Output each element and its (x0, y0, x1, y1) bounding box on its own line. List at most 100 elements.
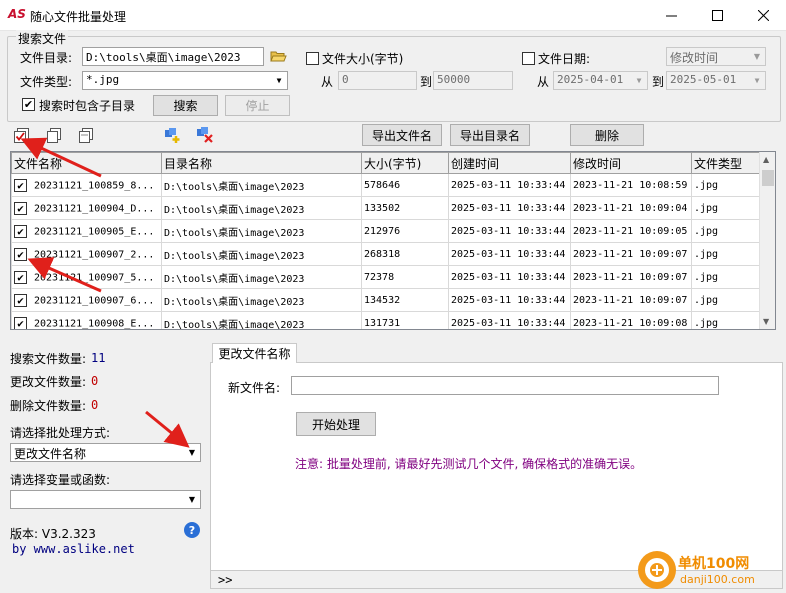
row-checkbox[interactable]: ✔ (14, 178, 27, 192)
renamed-count-value: 0 (91, 374, 99, 388)
cell-dirname-text: D:\tools\桌面\image\2023 (164, 227, 305, 239)
watermark-logo (638, 551, 676, 589)
variable-select[interactable]: ▼ (10, 490, 201, 509)
col-header-type[interactable]: 文件类型 (691, 152, 762, 174)
table-row[interactable]: ✔ 20231121_100904_D... D:\tools\桌面\image\2… (11, 196, 762, 220)
date-filter-label: 文件日期: (538, 52, 591, 66)
date-filter-checkbox[interactable] (522, 52, 535, 65)
cell-type-text: .jpg (694, 179, 719, 191)
cell-filename: ✔ 20231121_100907_5... (11, 265, 162, 289)
size-to-input[interactable]: 50000 (433, 71, 513, 90)
browse-folder-button[interactable] (269, 47, 287, 65)
size-from-input[interactable]: 0 (338, 71, 417, 90)
size-filter-checkbox[interactable] (306, 52, 319, 65)
copy-button[interactable] (45, 127, 63, 144)
notice-text: 注意: 批量处理前, 请最好先测试几个文件, 确保格式的准确无误。 (295, 457, 643, 471)
tab-rename[interactable]: 更改文件名称 (212, 343, 297, 363)
minimize-icon (665, 15, 677, 17)
date-mode-value: 修改时间 (670, 51, 719, 65)
cell-dirname: D:\tools\桌面\image\2023 (161, 219, 362, 243)
cell-filename: ✔ 20231121_100907_2... (11, 242, 162, 266)
cell-modified-text: 2023-11-21 10:08:59 (573, 179, 688, 191)
add-files-icon (165, 128, 180, 143)
type-select[interactable]: *.jpg ▼ (82, 71, 288, 90)
row-checkbox[interactable]: ✔ (14, 201, 27, 215)
date-from-picker[interactable]: 2025-04-01 ▼ (553, 71, 648, 90)
add-files-button[interactable] (163, 126, 183, 144)
expand-toggle[interactable]: >> (218, 573, 232, 587)
cell-type-text: .jpg (694, 317, 719, 329)
size-from-label: 从 (321, 75, 334, 89)
delete-button[interactable]: 删除 (570, 124, 644, 146)
cell-modified-text: 2023-11-21 10:09:07 (573, 294, 688, 306)
date-to-picker[interactable]: 2025-05-01 ▼ (666, 71, 766, 90)
col-header-filename[interactable]: 文件名称 (11, 152, 162, 174)
table-row[interactable]: ✔ 20231121_100905_E... D:\tools\桌面\image\2… (11, 219, 762, 243)
search-group-title: 搜索文件 (16, 30, 69, 47)
row-checkbox[interactable]: ✔ (14, 316, 27, 329)
cell-filename-text: 20231121_100907_5... (34, 272, 155, 283)
grid-scrollbar[interactable]: ▲ ▼ (759, 152, 775, 329)
row-checkbox[interactable]: ✔ (14, 293, 27, 307)
chevron-down-icon: ▼ (749, 72, 765, 89)
cell-created-text: 2025-03-11 10:33:44 (451, 317, 566, 329)
row-checkbox[interactable]: ✔ (14, 270, 27, 284)
row-checkbox[interactable]: ✔ (14, 224, 27, 238)
scroll-thumb[interactable] (762, 170, 774, 186)
cell-type-text: .jpg (694, 248, 719, 260)
export-dirnames-button[interactable]: 导出目录名 (450, 124, 530, 146)
table-row[interactable]: ✔ 20231121_100907_6... D:\tools\桌面\image\2… (11, 288, 762, 312)
table-row[interactable]: ✔ 20231121_100907_5... D:\tools\桌面\image\2… (11, 265, 762, 289)
remove-files-icon (197, 127, 213, 143)
cell-created: 2025-03-11 10:33:44 (448, 265, 571, 289)
scroll-up-icon[interactable]: ▲ (763, 155, 769, 164)
col-header-modified[interactable]: 修改时间 (570, 152, 692, 174)
stop-button[interactable]: 停止 (225, 95, 290, 116)
close-icon (757, 10, 769, 21)
cell-created: 2025-03-11 10:33:44 (448, 311, 571, 329)
help-icon[interactable]: ? (184, 522, 200, 538)
method-select[interactable]: 更改文件名称 ▼ (10, 443, 201, 462)
scroll-down-icon[interactable]: ▼ (763, 317, 769, 326)
cell-dirname: D:\tools\桌面\image\2023 (161, 311, 362, 329)
cell-modified-text: 2023-11-21 10:09:08 (573, 317, 688, 329)
export-filenames-button[interactable]: 导出文件名 (362, 124, 442, 146)
check-all-button[interactable] (13, 127, 31, 144)
file-grid[interactable]: 文件名称 目录名称 大小(字节) 创建时间 修改时间 文件类型 ✔ 2023112… (10, 151, 776, 330)
col-header-size[interactable]: 大小(字节) (361, 152, 449, 174)
cell-modified: 2023-11-21 10:09:07 (570, 242, 692, 266)
close-button[interactable] (740, 0, 786, 31)
copy-alt-button[interactable] (77, 127, 95, 144)
col-header-created[interactable]: 创建时间 (448, 152, 571, 174)
cell-size: 133502 (361, 196, 449, 220)
cell-filename-text: 20231121_100907_2... (34, 249, 155, 260)
row-checkbox[interactable]: ✔ (14, 247, 27, 261)
new-name-input[interactable] (291, 376, 719, 395)
date-to-value: 2025-05-01 (670, 73, 737, 86)
website-link[interactable]: by www.aslike.net (12, 542, 135, 556)
cell-dirname-text: D:\tools\桌面\image\2023 (164, 273, 305, 285)
copy-alt-icon (79, 128, 93, 143)
maximize-icon (711, 10, 723, 21)
table-row[interactable]: ✔ 20231121_100908_E... D:\tools\桌面\image\2… (11, 311, 762, 329)
table-row[interactable]: ✔ 20231121_100907_2... D:\tools\桌面\image\2… (11, 242, 762, 266)
include-subdir-checkbox[interactable]: ✔ (22, 98, 35, 111)
maximize-button[interactable] (694, 0, 740, 31)
cell-created-text: 2025-03-11 10:33:44 (451, 248, 566, 260)
date-mode-select[interactable]: 修改时间 ▼ (666, 47, 766, 66)
remove-files-button[interactable] (195, 126, 215, 144)
dir-input[interactable]: D:\tools\桌面\image\2023 (82, 47, 264, 66)
new-name-label: 新文件名: (228, 381, 281, 395)
col-header-dirname[interactable]: 目录名称 (161, 152, 362, 174)
method-select-value: 更改文件名称 (14, 447, 87, 461)
minimize-button[interactable] (648, 0, 694, 31)
version-label: 版本: V3.2.323 (10, 527, 96, 541)
cell-size-text: 268318 (364, 248, 401, 260)
copy-icon (47, 128, 61, 143)
table-row[interactable]: ✔ 20231121_100859_8... D:\tools\桌面\image\2… (11, 173, 762, 197)
cell-type: .jpg (691, 265, 762, 289)
cell-type-text: .jpg (694, 294, 719, 306)
search-button[interactable]: 搜索 (153, 95, 218, 116)
date-to-label: 到 (652, 75, 665, 89)
start-process-button[interactable]: 开始处理 (296, 412, 376, 436)
